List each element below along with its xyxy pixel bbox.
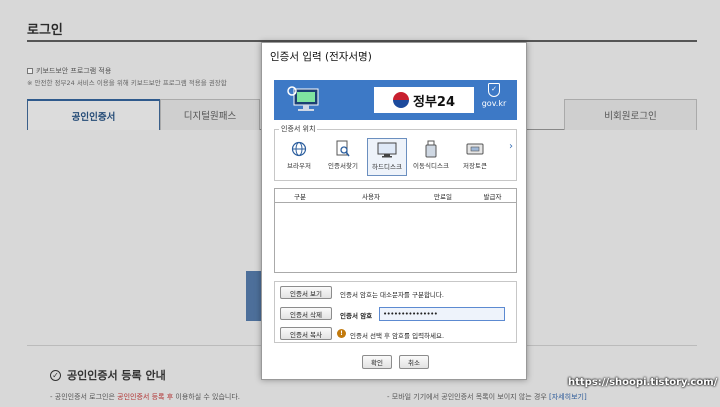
mobile-note-text: - 모바일 기기에서 공인인증서 목록이 보이지 않는 경우 [387,393,550,401]
tab-digital-onepass[interactable]: 디지털원패스 [160,99,260,130]
more-info-link[interactable]: [자세히보기] [549,393,587,401]
tab-certificate[interactable]: 공인인증서 [27,99,160,130]
case-sensitivity-note: 인증서 암호는 대소문자를 구분합니다. [340,291,444,299]
globe-icon [291,138,307,160]
monitor-icon [377,139,397,161]
location-label: 인증서찾기 [328,162,358,170]
copy-certificate-button[interactable]: 인증서 복사 [280,327,332,340]
register-guide-title: 공인인증서 등록 안내 [67,369,166,382]
keyboard-security-checkbox[interactable] [27,68,33,74]
delete-certificate-button[interactable]: 인증서 삭제 [280,307,332,320]
location-token[interactable]: 저장토큰 [455,138,495,176]
certificate-operations: 인증서 보기 인증서 암호는 대소문자를 구분합니다. 인증서 삭제 인증서 암… [274,281,517,343]
gov24-banner: 정부24 ✓ gov.kr [274,80,517,120]
location-hard-disk[interactable]: 하드디스크 [367,138,407,176]
security-note: ※ 안전한 정부24 서비스 이용을 위해 키보드보안 프로그램 적용을 권장합 [27,79,227,87]
keyboard-security-option[interactable]: 키보드보안 프로그램 적용 [27,66,111,76]
register-guide-note: - 공인인증서 로그인은 공인인증서 등록 후 이용하실 수 있습니다. [50,392,240,402]
view-certificate-button[interactable]: 인증서 보기 [280,286,332,299]
dialog-title: 인증서 입력 (전자서명) [270,51,372,63]
tab-non-member[interactable]: 비회원로그인 [564,99,697,130]
ok-button[interactable]: 확인 [362,355,392,369]
password-hint: 인증서 선택 후 암호를 입력하세요. [350,332,445,340]
location-browser[interactable]: 브라우저 [279,138,319,176]
chevron-right-icon[interactable]: › [509,141,513,152]
password-label: 인증서 암호 [340,312,373,320]
location-label: 브라우저 [287,162,311,170]
warning-icon: ! [337,329,346,338]
register-guide-heading: ✓ 공인인증서 등록 안내 [50,367,166,383]
certificate-dialog: 인증서 입력 (전자서명) 정부24 ✓ gov.kr 인증서 위치 브라우저 [261,42,527,380]
note-prefix: - 공인인증서 로그인은 [50,393,118,401]
password-input[interactable]: ••••••••••••••• [379,307,505,321]
column-header: 구분 [294,192,306,201]
token-icon [466,138,484,160]
location-label: 이동식디스크 [413,162,449,170]
page-title: 로그인 [27,23,63,38]
cancel-button[interactable]: 취소 [399,355,429,369]
logo-text: 정부24 [412,94,455,110]
watermark: https://shoopi.tistory.com/ [568,377,718,388]
cert-search-icon [335,138,351,160]
check-circle-icon: ✓ [50,369,61,381]
location-cert-search[interactable]: 인증서찾기 [323,138,363,176]
taegeuk-icon [392,92,409,108]
column-header: 만료일 [434,192,452,201]
keyboard-security-label: 키보드보안 프로그램 적용 [36,67,112,75]
mobile-note: - 모바일 기기에서 공인인증서 목록이 보이지 않는 경우 [자세히보기] [387,392,587,402]
computer-illustration-icon [287,86,319,111]
location-label: 저장토큰 [463,162,487,170]
note-emphasis: 공인인증서 등록 후 [117,393,174,401]
gov-kr-text: gov.kr [481,99,507,108]
certificate-location-group: 인증서 위치 브라우저 인증서찾기 하드디스크 이동식디스크 저장토큰 › [274,124,517,181]
note-suffix: 이용하실 수 있습니다. [173,393,241,401]
location-legend: 인증서 위치 [279,124,318,134]
login-button-partial[interactable] [246,271,262,321]
gov-kr-mark: ✓ gov.kr [479,83,509,108]
column-header: 발급자 [483,192,502,201]
location-removable-disk[interactable]: 이동식디스크 [411,138,451,176]
certificate-list[interactable]: 구분 사용자 만료일 발급자 [274,188,517,273]
gov24-logo: 정부24 [374,87,474,113]
shield-icon: ✓ [488,83,500,97]
usb-icon [425,138,437,160]
column-header: 사용자 [362,192,380,201]
certificate-list-header: 구분 사용자 만료일 발급자 [275,189,516,203]
location-label: 하드디스크 [372,163,402,171]
